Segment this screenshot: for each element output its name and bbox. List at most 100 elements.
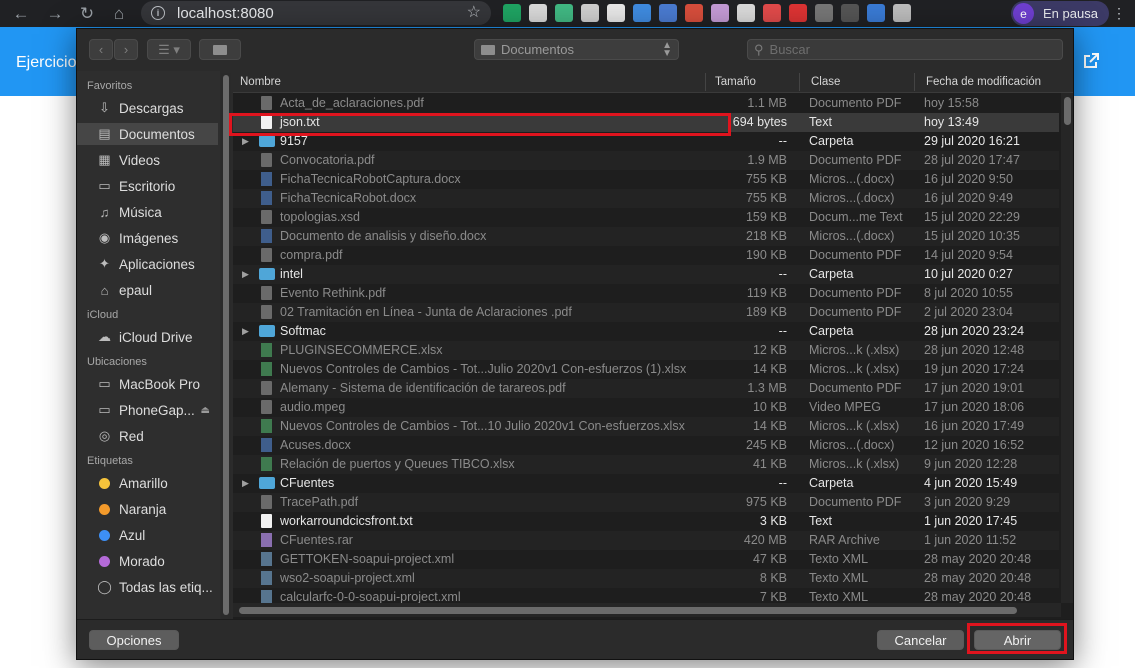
sidebar-item[interactable]: Amarillo xyxy=(77,472,218,494)
file-row[interactable]: Documento de analisis y diseño.docx 218 K… xyxy=(233,227,1059,246)
profile-button[interactable]: e En pausa xyxy=(1011,1,1109,26)
refresh-icon[interactable] xyxy=(789,4,807,22)
sidebar-scroll-thumb[interactable] xyxy=(223,75,229,615)
open-external-icon[interactable] xyxy=(1081,51,1101,71)
folder-row[interactable]: ▶ Softmac -- Carpeta 28 jun 2020 23:24 xyxy=(233,322,1059,341)
sidebar-item[interactable]: ▦ Videos xyxy=(77,149,218,171)
file-row[interactable]: Relación de puertos y Queues TIBCO.xlsx 4… xyxy=(233,455,1059,474)
sidebar-scrollbar[interactable] xyxy=(221,73,231,621)
options-button[interactable]: Opciones xyxy=(89,630,179,650)
file-kind: Carpeta xyxy=(809,134,854,148)
address-bar[interactable]: i localhost:8080 ☆ xyxy=(141,1,491,25)
sidebar-item[interactable]: ▤ Documentos xyxy=(77,123,218,145)
puzzle-icon[interactable] xyxy=(893,4,911,22)
file-date: 2 jul 2020 23:04 xyxy=(924,305,1013,319)
file-row[interactable]: Alemany - Sistema de identificación de t… xyxy=(233,379,1059,398)
file-row[interactable]: audio.mpeg 10 KB Video MPEG 17 jun 2020 18:… xyxy=(233,398,1059,417)
feather-icon[interactable] xyxy=(633,4,651,22)
disclosure-triangle-icon[interactable]: ▶ xyxy=(242,326,249,337)
file-row[interactable]: GETTOKEN-soapui-project.xml 47 KB Texto XM… xyxy=(233,550,1059,569)
folder-row[interactable]: ▶ CFuentes -- Carpeta 4 jun 2020 15:49 xyxy=(233,474,1059,493)
reload-icon[interactable]: ↻ xyxy=(74,1,100,27)
file-row[interactable]: Convocatoria.pdf 1.9 MB Documento PDF 28 ju… xyxy=(233,151,1059,170)
vue-icon[interactable] xyxy=(555,4,573,22)
file-row[interactable]: 02 Tramitación en Línea - Junta de Aclar… xyxy=(233,303,1059,322)
file-row[interactable]: Acta_de_aclaraciones.pdf 1.1 MB Documento … xyxy=(233,94,1059,113)
sidebar-item[interactable]: ◯ Todas las etiq... xyxy=(77,576,218,598)
shield-icon[interactable] xyxy=(867,4,885,22)
eject-icon[interactable]: ⏏ xyxy=(201,405,210,416)
file-row[interactable]: CFuentes.rar 420 MB RAR Archive 1 jun 2020 … xyxy=(233,531,1059,550)
site-info-icon[interactable]: i xyxy=(151,6,165,20)
sidebar-item[interactable]: ◎ Red xyxy=(77,425,218,447)
qr-icon[interactable] xyxy=(529,4,547,22)
back-icon[interactable]: ← xyxy=(8,1,34,27)
view-mode-button[interactable]: ☰ ▾ xyxy=(147,39,191,60)
video-icon[interactable] xyxy=(581,4,599,22)
list-horizontal-scrollbar[interactable] xyxy=(233,603,1061,617)
download-icon[interactable] xyxy=(607,4,625,22)
folder-row[interactable]: ▶ intel -- Carpeta 10 jul 2020 0:27 xyxy=(233,265,1059,284)
file-row[interactable]: FichaTecnicaRobot.docx 755 KB Micros...(.d… xyxy=(233,189,1059,208)
new-folder-icon xyxy=(213,44,227,55)
save-icon[interactable] xyxy=(841,4,859,22)
disclosure-triangle-icon[interactable]: ▶ xyxy=(242,136,249,147)
column-size[interactable]: Tamaño xyxy=(715,76,756,88)
menu-icon[interactable]: ⋮ xyxy=(1112,5,1126,22)
sidebar-item[interactable]: ◉ Imágenes xyxy=(77,227,218,249)
sidebar-item[interactable]: ▭ PhoneGap... ⏏ xyxy=(77,399,218,421)
column-date[interactable]: Fecha de modificación xyxy=(926,76,1041,88)
sidebar-item[interactable]: ✦ Aplicaciones xyxy=(77,253,218,275)
file-row[interactable]: PLUGINSECOMMERCE.xlsx 12 KB Micros...k (.x… xyxy=(233,341,1059,360)
sidebar-item[interactable]: Naranja xyxy=(77,498,218,520)
file-row[interactable]: FichaTecnicaRobotCaptura.docx 755 KB Micro… xyxy=(233,170,1059,189)
sidebar-item[interactable]: ▭ MacBook Pro xyxy=(77,373,218,395)
xml-file-icon xyxy=(261,552,272,566)
image-icon[interactable] xyxy=(815,4,833,22)
bookmark-star-icon[interactable]: ☆ xyxy=(467,2,481,22)
translate-icon[interactable] xyxy=(659,4,677,22)
compass-icon[interactable] xyxy=(737,4,755,22)
forward-button[interactable]: › xyxy=(114,39,138,60)
file-size: 420 MB xyxy=(743,533,787,547)
disclosure-triangle-icon[interactable]: ▶ xyxy=(242,478,249,489)
sidebar-item[interactable]: ♫ Música xyxy=(77,201,218,223)
sidebar-item[interactable]: ⌂ epaul xyxy=(77,279,218,301)
file-row[interactable]: Evento Rethink.pdf 119 KB Documento PDF 8 j… xyxy=(233,284,1059,303)
google-drive-icon[interactable] xyxy=(503,4,521,22)
file-size: 975 KB xyxy=(745,495,787,509)
list-vertical-thumb[interactable] xyxy=(1064,97,1071,125)
new-folder-button[interactable] xyxy=(199,39,241,60)
list-horizontal-thumb[interactable] xyxy=(239,607,1017,614)
sidebar-item[interactable]: Azul xyxy=(77,524,218,546)
back-button[interactable]: ‹ xyxy=(89,39,113,60)
file-row[interactable]: compra.pdf 190 KB Documento PDF 14 jul 2020… xyxy=(233,246,1059,265)
column-name[interactable]: Nombre xyxy=(240,76,281,88)
file-size: 218 KB xyxy=(745,229,787,243)
cancel-button[interactable]: Cancelar xyxy=(877,630,964,650)
file-row[interactable]: Acuses.docx 245 KB Micros...(.docx) 12 jun … xyxy=(233,436,1059,455)
file-row[interactable]: workarroundcicsfront.txt 3 KB Text 1 jun 20… xyxy=(233,512,1059,531)
forward-icon[interactable]: → xyxy=(42,1,68,27)
home-icon[interactable]: ⌂ xyxy=(106,1,132,27)
sidebar-item[interactable]: Morado xyxy=(77,550,218,572)
location-select[interactable]: Documentos ▲ ▼ xyxy=(474,39,679,60)
file-name: compra.pdf xyxy=(280,248,343,262)
disclosure-triangle-icon[interactable]: ▶ xyxy=(242,269,249,280)
file-row[interactable]: wso2-soapui-project.xml 8 KB Texto XML 28 m… xyxy=(233,569,1059,588)
search-field[interactable]: ⚲ xyxy=(747,39,1063,60)
file-row[interactable]: Nuevos Controles de Cambios - Tot...10 J… xyxy=(233,417,1059,436)
sidebar-item[interactable]: ▭ Escritorio xyxy=(77,175,218,197)
file-row[interactable]: Nuevos Controles de Cambios - Tot...Juli… xyxy=(233,360,1059,379)
column-kind[interactable]: Clase xyxy=(811,76,840,88)
pin-icon[interactable] xyxy=(763,4,781,22)
sidebar-item-label: Morado xyxy=(119,553,165,569)
sidebar-item[interactable]: ☁ iCloud Drive xyxy=(77,326,218,348)
file-row[interactable]: TracePath.pdf 975 KB Documento PDF 3 jun 20… xyxy=(233,493,1059,512)
search-input[interactable] xyxy=(769,42,1050,57)
chart-icon[interactable] xyxy=(711,4,729,22)
file-row[interactable]: topologias.xsd 159 KB Docum...me Text 15 ju… xyxy=(233,208,1059,227)
person-icon[interactable] xyxy=(685,4,703,22)
list-vertical-scrollbar[interactable] xyxy=(1061,93,1073,603)
sidebar-item[interactable]: ⇩ Descargas xyxy=(77,97,218,119)
